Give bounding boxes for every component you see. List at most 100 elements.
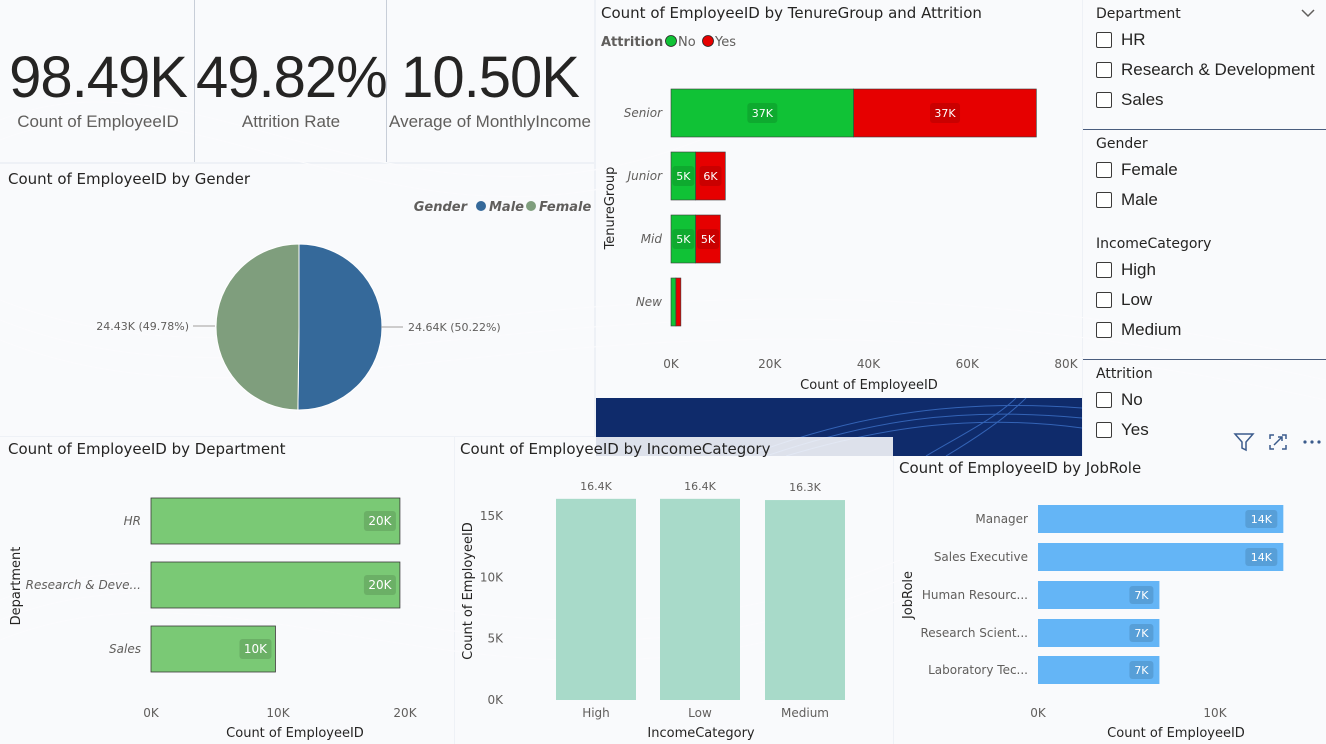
checkbox[interactable] xyxy=(1096,392,1112,408)
data-label: 37K xyxy=(934,107,956,120)
bar[interactable] xyxy=(556,498,636,700)
data-label: 6K xyxy=(703,170,718,183)
focus-mode-icon[interactable] xyxy=(1267,432,1289,452)
x-tick-label: High xyxy=(582,706,610,720)
data-label: 5K xyxy=(676,233,691,246)
category-label: Laboratory Tec... xyxy=(928,663,1028,677)
tenure-chart-card[interactable]: Count of EmployeeID by TenureGroup and A… xyxy=(596,0,1082,398)
x-tick-label: Medium xyxy=(781,706,829,720)
x-tick-label: 20K xyxy=(393,706,417,720)
pie-slice-male[interactable] xyxy=(297,243,383,411)
department-bars: HR 20K Research & Deve... 20K Sales 10K 0K 10K 2… xyxy=(26,497,418,720)
y-axis-title: Department xyxy=(9,547,24,626)
more-options-icon[interactable] xyxy=(1301,432,1323,452)
data-label: 16.4K xyxy=(580,480,612,493)
x-tick-label: 10K xyxy=(266,706,290,720)
option-label: Female xyxy=(1121,160,1178,179)
slicer-gender: Gender Female Male IncomeCategory High L… xyxy=(1083,130,1326,360)
slicer-option[interactable]: HR xyxy=(1096,30,1146,50)
data-label: 16.4K xyxy=(684,480,716,493)
department-chart-card[interactable]: Count of EmployeeID by Department Depart… xyxy=(0,437,454,744)
bar[interactable] xyxy=(150,497,401,545)
slicer-title: Department xyxy=(1096,6,1181,22)
kpi-card-count[interactable]: 98.49K Count of EmployeeID xyxy=(0,0,196,162)
legend-label-male: Male xyxy=(489,200,524,215)
option-label: Research & Development xyxy=(1121,60,1315,79)
bar[interactable] xyxy=(150,561,401,609)
legend-label-female: Female xyxy=(539,200,591,215)
x-tick-label: 0K xyxy=(663,357,680,371)
slicer-title: Gender xyxy=(1096,136,1148,152)
checkbox[interactable] xyxy=(1096,292,1112,308)
checkbox[interactable] xyxy=(1096,262,1112,278)
kpi-panel: 98.49K Count of EmployeeID 49.82% Attrit… xyxy=(0,0,594,162)
kpi-card-monthly-income[interactable]: 10.50K Average of MonthlyIncome xyxy=(386,0,594,162)
jobrole-chart-card[interactable]: Count of EmployeeID by JobRole JobRole C… xyxy=(894,456,1326,744)
pie-slice-female[interactable] xyxy=(215,243,300,411)
legend-label-no: No xyxy=(678,35,696,50)
checkbox[interactable] xyxy=(1096,422,1112,438)
checkbox[interactable] xyxy=(1096,32,1112,48)
bar[interactable] xyxy=(660,498,740,700)
slicer-option[interactable]: Male xyxy=(1096,190,1158,210)
legend-marker-female xyxy=(526,201,536,211)
income-chart-card[interactable]: Count of EmployeeID by IncomeCategory Co… xyxy=(455,437,893,744)
bar-no[interactable] xyxy=(670,277,677,327)
category-label: Research & Deve... xyxy=(26,578,141,592)
kpi-label: Average of MonthlyIncome xyxy=(389,112,591,131)
option-label: High xyxy=(1121,260,1156,279)
data-label: 20K xyxy=(368,514,392,528)
category-label: Senior xyxy=(624,106,663,120)
checkbox[interactable] xyxy=(1096,62,1112,78)
legend-marker-male xyxy=(476,201,486,211)
x-axis-title: Count of EmployeeID xyxy=(800,378,938,393)
slicer-department: Department HR Research & Development Sal… xyxy=(1083,0,1326,130)
x-tick-label: 80K xyxy=(1054,357,1078,371)
data-label: 10K xyxy=(244,642,268,656)
kpi-card-attrition-rate[interactable]: 49.82% Attrition Rate xyxy=(196,0,388,162)
slicer-option[interactable]: High xyxy=(1096,260,1156,280)
category-label: Human Resourc... xyxy=(922,588,1028,602)
checkbox[interactable] xyxy=(1096,322,1112,338)
kpi-label: Count of EmployeeID xyxy=(17,112,179,131)
pie xyxy=(215,243,383,411)
y-tick-label: 15K xyxy=(480,509,504,523)
option-label: Male xyxy=(1121,190,1158,209)
category-label: Mid xyxy=(641,232,663,246)
data-label: 7K xyxy=(1134,627,1149,640)
bar-yes[interactable] xyxy=(675,277,682,327)
slicer-option[interactable]: Medium xyxy=(1096,320,1181,340)
checkbox[interactable] xyxy=(1096,162,1112,178)
slicer-option[interactable]: Research & Development xyxy=(1096,60,1315,80)
data-label: 14K xyxy=(1251,551,1273,564)
slicer-attrition: Attrition No Yes xyxy=(1083,360,1326,456)
slicer-option[interactable]: Sales xyxy=(1096,90,1164,110)
slicer-option[interactable]: Low xyxy=(1096,290,1152,310)
slicer-option[interactable]: Female xyxy=(1096,160,1178,180)
checkbox[interactable] xyxy=(1096,92,1112,108)
x-tick-label: 10K xyxy=(1203,706,1227,720)
data-label: 7K xyxy=(1134,589,1149,602)
slice-label-male: 24.64K (50.22%) xyxy=(408,321,501,334)
department-bar-svg: Department Count of EmployeeID HR 20K Rese… xyxy=(9,497,418,741)
filter-icon[interactable] xyxy=(1233,432,1255,452)
kpi-value: 10.50K xyxy=(401,45,580,110)
chevron-down-icon[interactable] xyxy=(1301,8,1315,18)
category-label: HR xyxy=(124,514,141,528)
legend-title: Attrition xyxy=(601,35,663,50)
kpi-value: 49.82% xyxy=(196,45,388,110)
gender-chart-card[interactable]: Count of EmployeeID by Gender Gender Mal… xyxy=(0,164,594,436)
legend-title: Gender xyxy=(414,200,469,215)
legend-label-yes: Yes xyxy=(714,35,736,50)
slicer-title: IncomeCategory xyxy=(1096,236,1212,252)
slicer-option[interactable]: No xyxy=(1096,390,1143,410)
checkbox[interactable] xyxy=(1096,192,1112,208)
legend-marker-yes xyxy=(702,35,714,47)
bar[interactable] xyxy=(765,500,845,700)
kpi-value: 98.49K xyxy=(9,45,188,110)
jobrole-bar-svg: JobRole Count of EmployeeID Manager 14K Sa… xyxy=(901,505,1284,741)
jobrole-bars: Manager 14K Sales Executive 14K Human Resour… xyxy=(920,505,1284,720)
option-label: Yes xyxy=(1121,420,1149,439)
tenure-bars: Senior 37K 37K Junior 5K 6K Mid 5K 5K New 0K 20K 40K… xyxy=(624,88,1079,371)
slicer-option[interactable]: Yes xyxy=(1096,420,1149,440)
